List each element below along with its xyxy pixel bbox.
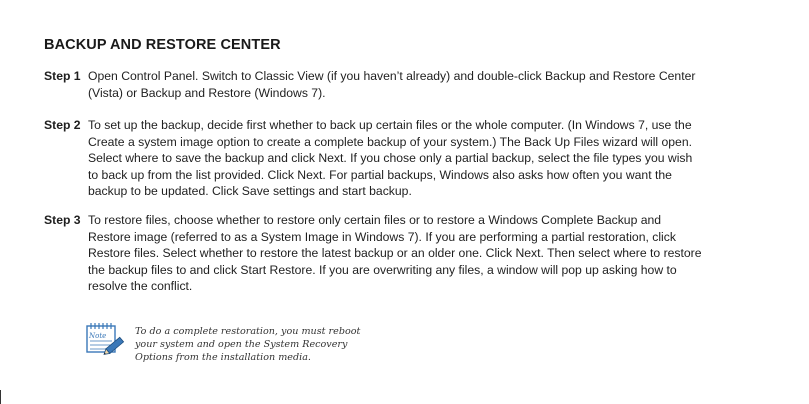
step-1: Step 1 Open Control Panel. Switch to Cla…: [44, 68, 704, 101]
step-text: Open Control Panel. Switch to Classic Vi…: [88, 69, 696, 100]
note-text: To do a complete restoration, you must r…: [135, 326, 361, 364]
step-text: To restore files, choose whether to rest…: [88, 213, 702, 294]
section-heading: BACKUP AND RESTORE CENTER: [44, 37, 281, 53]
note-box: Note To do a complete restoration, you m…: [84, 322, 384, 372]
note-pad-pencil-icon: Note: [86, 323, 125, 355]
step-label: Step 1: [44, 69, 81, 83]
page-edge-mark: [0, 390, 1, 404]
step-label: Step 3: [44, 213, 81, 227]
step-label: Step 2: [44, 118, 81, 132]
step-text: To set up the backup, decide first wheth…: [88, 118, 693, 199]
step-3: Step 3 To restore files, choose whether …: [44, 212, 704, 295]
note-icon-label: Note: [88, 332, 106, 340]
step-2: Step 2 To set up the backup, decide firs…: [44, 117, 704, 200]
